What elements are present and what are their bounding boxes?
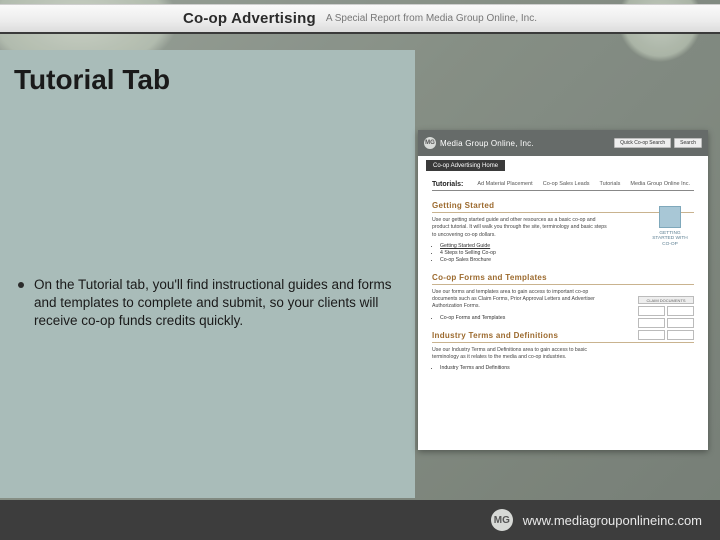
header-title: Co-op Advertising (183, 10, 316, 27)
ss-topbar: MG Media Group Online, Inc. Quick Co-op … (418, 130, 708, 156)
left-panel: Tutorial Tab On the Tutorial tab, you'll… (0, 50, 415, 498)
bullet-text: On the Tutorial tab, you'll find instruc… (34, 276, 398, 331)
ss-section-body: Use our Industry Terms and Definitions a… (432, 347, 607, 362)
page-title: Tutorial Tab (14, 64, 170, 96)
footer-bar: MG www.mediagrouponlineinc.com (0, 500, 720, 540)
ss-list-item: 4 Steps to Selling Co-op (440, 250, 694, 256)
bullet-icon (18, 282, 24, 288)
ss-grid-cell (667, 330, 694, 340)
footer-url: www.mediagrouponlineinc.com (523, 513, 702, 528)
ss-list-item[interactable]: Industry Terms and Definitions (440, 365, 694, 371)
ss-forms-grid: CLAIM DOCUMENTS (638, 296, 694, 340)
ss-side-graphic: GETTING STARTED WITH CO-OP (648, 206, 692, 247)
ss-grid-header: CLAIM DOCUMENTS (638, 296, 694, 304)
ss-section-body: Use our getting started guide and other … (432, 217, 607, 239)
ss-breadcrumb[interactable]: Co-op Advertising Home (426, 160, 505, 171)
ss-grid-cell (638, 318, 665, 328)
bullet-item: On the Tutorial tab, you'll find instruc… (18, 276, 398, 331)
ss-search-label: Quick Co-op Search (614, 138, 671, 148)
ss-section-title: Co-op Forms and Templates (432, 273, 694, 285)
ss-brand: MG Media Group Online, Inc. (424, 137, 534, 149)
ss-grid-cell (638, 330, 665, 340)
ss-grid-cell (667, 306, 694, 316)
ss-body: Tutorials: Ad Material Placement Co-op S… (418, 171, 708, 380)
ss-tabs-lead: Tutorials: (432, 181, 463, 188)
ss-grid-cell (638, 306, 665, 316)
ss-tab[interactable]: Media Group Online Inc. (630, 181, 690, 188)
header-bar: Co-op Advertising A Special Report from … (0, 4, 720, 34)
ss-list-item: Co-op Sales Brochure (440, 257, 694, 263)
ss-side-caption: GETTING STARTED WITH CO-OP (648, 231, 692, 247)
ss-brand-text: Media Group Online, Inc. (440, 139, 534, 148)
cube-icon (659, 206, 681, 228)
ss-tab[interactable]: Ad Material Placement (477, 181, 532, 188)
ss-search-group: Quick Co-op Search Search (614, 138, 702, 148)
ss-tab-row: Tutorials: Ad Material Placement Co-op S… (432, 175, 694, 191)
ss-tab[interactable]: Co-op Sales Leads (543, 181, 590, 188)
ss-grid-cell (667, 318, 694, 328)
ss-section-body: Use our forms and templates area to gain… (432, 289, 607, 311)
embedded-screenshot: MG Media Group Online, Inc. Quick Co-op … (418, 130, 708, 450)
ss-tab[interactable]: Tutorials (600, 181, 621, 188)
ss-search-button[interactable]: Search (674, 138, 702, 148)
footer-logo-icon: MG (491, 509, 513, 531)
ss-section-list: Industry Terms and Definitions (440, 365, 694, 371)
ss-logo-icon: MG (424, 137, 436, 149)
header-subtitle: A Special Report from Media Group Online… (326, 13, 537, 24)
